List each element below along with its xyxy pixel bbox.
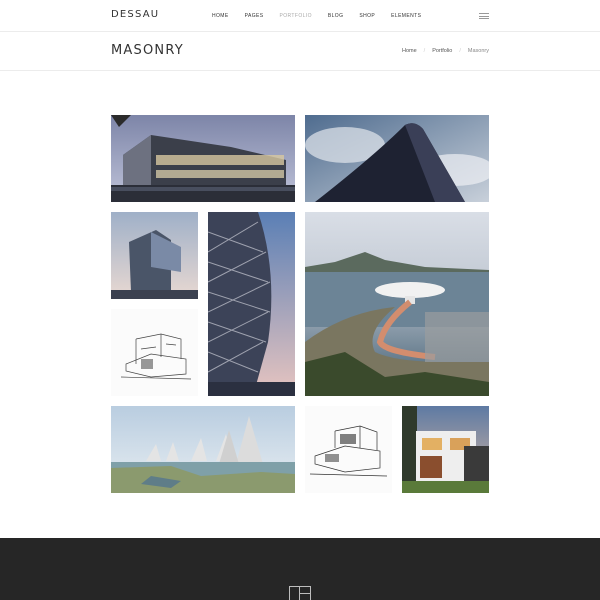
dessau-logo-icon[interactable]	[289, 586, 311, 600]
breadcrumb-portfolio[interactable]: Portfolio	[432, 48, 452, 54]
sketch-image	[111, 309, 198, 396]
breadcrumb-separator: /	[459, 48, 461, 54]
breadcrumb: Home / Portfolio / Masonry	[402, 48, 489, 54]
building-photo	[111, 115, 295, 202]
portfolio-item-modern-house-dusk[interactable]	[402, 406, 489, 493]
portfolio-item-house-sketch[interactable]	[111, 309, 198, 396]
breadcrumb-separator: /	[423, 48, 426, 54]
portfolio-item-villa-sketch[interactable]	[305, 406, 392, 493]
portfolio-item-glass-building-night[interactable]	[111, 115, 295, 202]
hamburger-icon[interactable]	[479, 13, 489, 19]
nav-portfolio[interactable]: PORTFOLIO	[279, 13, 311, 19]
nav-pages[interactable]: PAGES	[245, 13, 264, 19]
villa-sketch-image	[305, 406, 392, 493]
site-footer	[0, 538, 600, 600]
facade-photo	[305, 115, 489, 202]
portfolio-item-curved-facade-sky[interactable]	[305, 115, 489, 202]
waterfront-photo	[111, 406, 295, 493]
site-logo[interactable]: DESSAU	[111, 9, 159, 20]
nav-home[interactable]: HOME	[212, 13, 229, 19]
portfolio-item-cliff-museum[interactable]	[305, 212, 489, 396]
nav-shop[interactable]: SHOP	[359, 13, 375, 19]
nav-blog[interactable]: BLOG	[328, 13, 344, 19]
breadcrumb-current: Masonry	[467, 48, 489, 54]
tower-photo	[111, 212, 198, 299]
portfolio-item-waterfront-towers[interactable]	[111, 406, 295, 493]
portfolio-item-lattice-tower[interactable]	[208, 212, 295, 396]
site-header: DESSAU HOME PAGES PORTFOLIO BLOG SHOP EL…	[0, 0, 600, 32]
page-title: MASONRY	[111, 43, 184, 58]
museum-photo	[305, 212, 489, 396]
lattice-photo	[208, 212, 295, 396]
main-nav: HOME PAGES PORTFOLIO BLOG SHOP ELEMENTS	[212, 13, 437, 19]
title-bar: MASONRY Home / Portfolio / Masonry	[0, 32, 600, 71]
portfolio-item-cantilever-tower[interactable]	[111, 212, 198, 299]
house-photo	[402, 406, 489, 493]
breadcrumb-home[interactable]: Home	[402, 48, 417, 54]
nav-elements[interactable]: ELEMENTS	[391, 13, 421, 19]
